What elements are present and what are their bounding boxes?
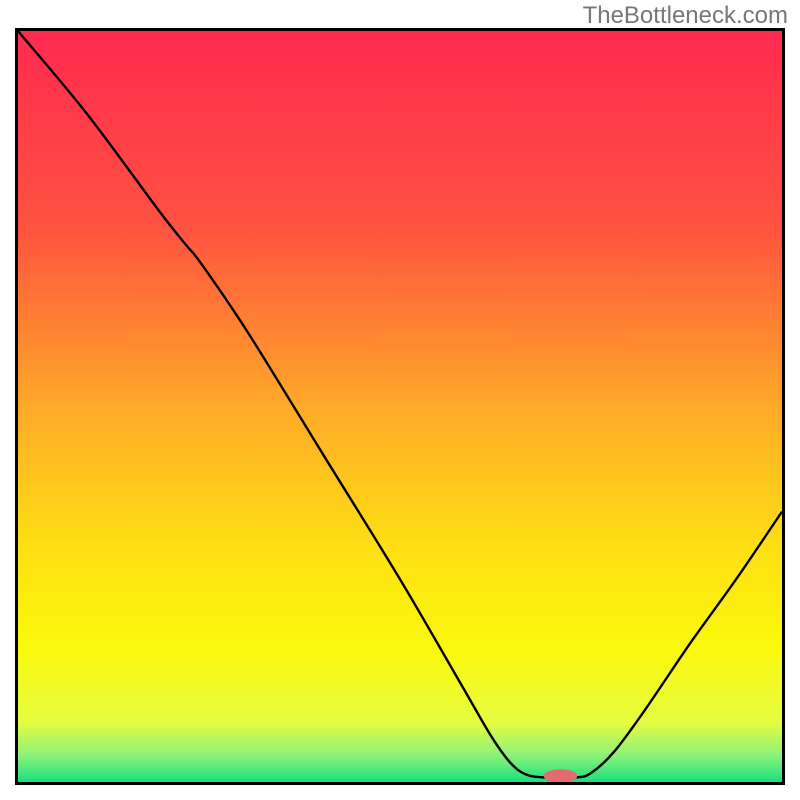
gradient-background [18,31,782,782]
plot-svg [18,31,782,782]
plot-area [15,28,785,785]
watermark-text: TheBottleneck.com [583,2,788,30]
chart-container: TheBottleneck.com [0,0,800,800]
